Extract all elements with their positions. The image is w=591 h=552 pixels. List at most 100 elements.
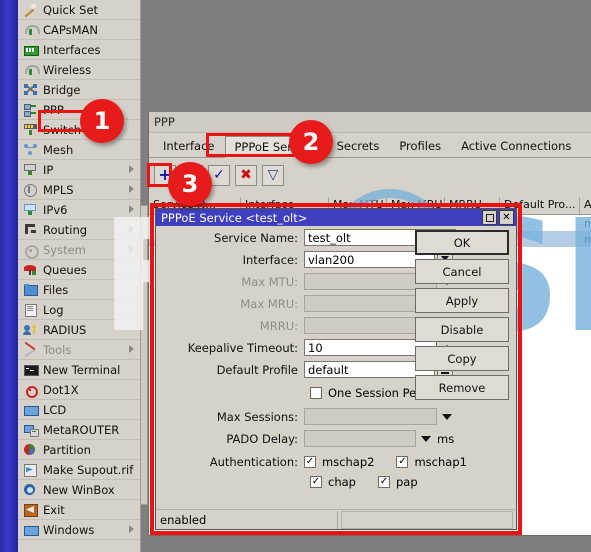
metarouter-icon xyxy=(23,423,39,437)
chevron-right-icon xyxy=(129,345,134,353)
pado-delay-dropdown-icon[interactable] xyxy=(421,435,431,442)
pado-delay-input[interactable] xyxy=(304,430,416,447)
max-sessions-dropdown-icon[interactable] xyxy=(442,413,452,420)
auth-mschap2-checkbox[interactable]: ✓ xyxy=(304,456,316,468)
cancel-button[interactable]: Cancel xyxy=(415,259,509,284)
mrru-label: MRRU: xyxy=(259,318,298,333)
ipv6-icon xyxy=(23,203,38,216)
sidebar-item-partition[interactable]: Partition xyxy=(18,440,140,460)
exit-icon xyxy=(23,503,38,517)
chevron-right-icon xyxy=(129,185,134,193)
gear-icon xyxy=(23,243,39,259)
table-cell: mschap xyxy=(580,217,591,230)
tools-icon xyxy=(22,341,39,358)
sidebar-item-lcd[interactable]: LCD xyxy=(18,400,140,420)
antenna-icon xyxy=(23,63,40,76)
terminal-icon xyxy=(22,362,39,377)
sidebar-item-label: Routing xyxy=(43,222,88,237)
tools-icon xyxy=(23,341,38,358)
sidebar-item-ipv6[interactable]: IPv6 xyxy=(18,200,140,220)
chevron-right-icon xyxy=(129,525,134,533)
field-row-pado-delay: PADO Delay: ms xyxy=(156,428,516,449)
auth-mschap1-checkbox[interactable]: ✓ xyxy=(396,456,409,468)
sidebar-item-quick-set[interactable]: Quick Set xyxy=(18,0,140,20)
remove-button[interactable]: Remove xyxy=(415,375,509,400)
disable-button[interactable]: Disable xyxy=(415,317,509,342)
tab-l2tp-secrets[interactable]: L2TP Secrets xyxy=(581,135,591,157)
vertical-scrollbar[interactable] xyxy=(140,205,148,505)
max-sessions-input[interactable] xyxy=(304,408,437,425)
sidebar-item-label: Windows xyxy=(43,522,95,537)
annotation-badge-1: 1 xyxy=(80,99,124,143)
dialog-button-column[interactable]: OK Cancel Apply Disable Copy Remove xyxy=(415,230,509,404)
sidebar-item-routing[interactable]: Routing xyxy=(18,220,140,240)
queues-icon xyxy=(22,262,39,277)
sidebar-item-queues[interactable]: Queues xyxy=(18,260,140,280)
apply-button[interactable]: Apply xyxy=(415,288,509,313)
tab-secrets[interactable]: Secrets xyxy=(327,135,390,157)
interfaces-icon xyxy=(23,43,39,56)
tab-profiles[interactable]: Profiles xyxy=(389,135,451,157)
sidebar-item-system[interactable]: System xyxy=(18,240,140,260)
keepalive-label: Keepalive Timeout: xyxy=(187,340,298,355)
filter-button[interactable]: ▽ xyxy=(262,164,284,186)
annotation-badge-3: 3 xyxy=(168,162,212,206)
sidebar-item-log[interactable]: Log xyxy=(18,300,140,320)
sidebar-item-interfaces[interactable]: Interfaces xyxy=(18,40,140,60)
ppp-toolbar[interactable]: +−✓✖▽ xyxy=(149,158,591,192)
radius-icon xyxy=(22,322,39,337)
sidebar-item-radius[interactable]: RADIUS xyxy=(18,320,140,340)
sidebar-item-exit[interactable]: Exit xyxy=(18,500,140,520)
sidebar-item-mesh[interactable]: Mesh xyxy=(18,140,140,160)
sidebar-item-capsman[interactable]: CAPsMAN xyxy=(18,20,140,40)
sidebar-item-make-supout-rif[interactable]: Make Supout.rif xyxy=(18,460,140,480)
mesh-icon xyxy=(22,142,39,157)
tab-active-connections[interactable]: Active Connections xyxy=(451,135,581,157)
annotation-badge-2: 2 xyxy=(289,120,333,164)
close-icon[interactable]: ✕ xyxy=(499,210,514,225)
ok-button[interactable]: OK xyxy=(415,230,509,255)
sidebar-item-label: Interfaces xyxy=(43,42,101,57)
sidebar-item-files[interactable]: Files xyxy=(18,280,140,300)
dialog-titlebar[interactable]: PPPoE Service <test_olt> ✕ xyxy=(156,209,516,226)
sidebar-item-label: System xyxy=(43,242,86,257)
sidebar-item-ip[interactable]: IP xyxy=(18,160,140,180)
auth-pap-checkbox[interactable]: ✓ xyxy=(377,476,390,488)
main-menu-sidebar[interactable]: Quick Set CAPsMAN Interfaces Wireless Bridge… xyxy=(18,0,141,552)
queues-icon xyxy=(23,263,38,276)
sidebar-item-new-winbox[interactable]: New WinBox xyxy=(18,480,140,500)
copy-button[interactable]: Copy xyxy=(415,346,509,371)
sidebar-item-label: Exit xyxy=(43,502,65,517)
chevron-right-icon xyxy=(129,225,134,233)
sidebar-item-metarouter[interactable]: MetaROUTER xyxy=(18,420,140,440)
auth-chap-checkbox[interactable]: ✓ xyxy=(310,476,322,488)
mesh-icon xyxy=(23,143,38,156)
authentication-row-2: ✓ chap ✓ pap xyxy=(156,472,516,492)
column-header[interactable]: Authent xyxy=(580,197,591,214)
winbox-brand-strip: RouterOS WinBox xyxy=(0,0,18,552)
sidebar-item-tools[interactable]: Tools xyxy=(18,340,140,360)
sidebar-item-new-terminal[interactable]: New Terminal xyxy=(18,360,140,380)
mpls-icon xyxy=(22,182,39,197)
interface-label: Interface: xyxy=(242,252,298,267)
sidebar-item-label: Tools xyxy=(43,342,72,357)
sidebar-item-bridge[interactable]: Bridge xyxy=(18,80,140,100)
disable-button[interactable]: ✖ xyxy=(235,164,257,186)
wand-icon xyxy=(23,2,38,18)
sidebar-item-wireless[interactable]: Wireless xyxy=(18,60,140,80)
sidebar-item-dot1x[interactable]: Dot1X xyxy=(18,380,140,400)
wand-icon xyxy=(22,2,39,18)
antenna-icon xyxy=(22,62,40,77)
folder-icon xyxy=(23,283,38,296)
dialog-status-bar: enabled xyxy=(156,509,516,529)
sidebar-item-windows[interactable]: Windows xyxy=(18,520,140,540)
terminal-icon xyxy=(23,363,39,376)
sidebar-item-label: MetaROUTER xyxy=(43,422,120,437)
routing-icon xyxy=(23,223,38,236)
maximize-icon[interactable] xyxy=(482,210,497,225)
ppp-icon xyxy=(23,103,38,117)
authentication-row-1: Authentication: ✓ mschap2 ✓ mschap1 xyxy=(156,452,516,472)
one-session-per-host-checkbox[interactable] xyxy=(310,387,322,399)
sidebar-item-label: IP xyxy=(43,162,54,177)
sidebar-item-mpls[interactable]: MPLS xyxy=(18,180,140,200)
